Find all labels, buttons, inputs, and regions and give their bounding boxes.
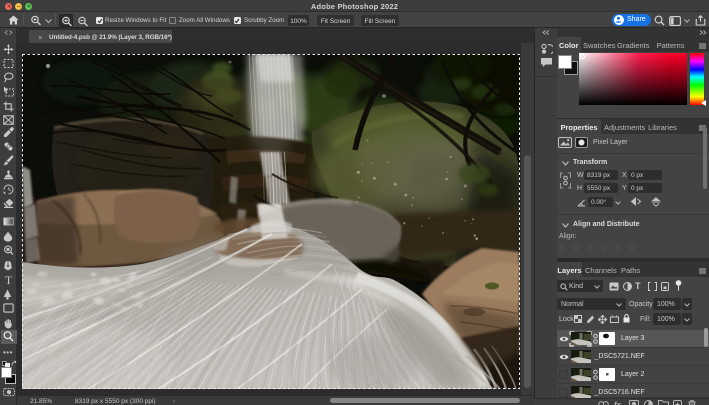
svg-text:T: T xyxy=(5,274,13,285)
